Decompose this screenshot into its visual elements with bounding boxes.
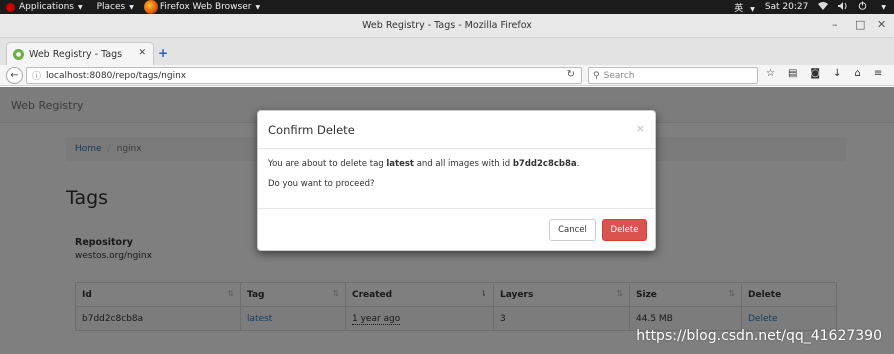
- tab-web-registry[interactable]: ● Web Registry - Tags ✕: [6, 42, 154, 65]
- redhat-icon: [6, 2, 15, 12]
- navigation-bar: ← ⓘ localhost:8080/repo/tags/nginx ↻ ⚲ S…: [0, 65, 894, 86]
- reload-icon[interactable]: ↻: [567, 69, 575, 80]
- delete-button[interactable]: Delete: [602, 219, 647, 241]
- cancel-button[interactable]: Cancel: [549, 219, 596, 241]
- dialog-header: Confirm Delete ×: [258, 111, 655, 149]
- applications-label: Applications: [19, 2, 74, 12]
- bookmark-star-icon[interactable]: ☆: [766, 68, 775, 79]
- close-icon[interactable]: ×: [636, 122, 645, 135]
- dialog-body: You are about to delete tag latest and a…: [258, 149, 655, 209]
- applications-menu[interactable]: Applications ▼: [6, 2, 83, 12]
- power-icon[interactable]: [858, 1, 867, 13]
- dialog-message: You are about to delete tag latest and a…: [268, 159, 580, 169]
- close-tab-icon[interactable]: ✕: [138, 48, 146, 58]
- window-title: Web Registry - Tags - Mozilla Firefox: [362, 20, 532, 31]
- watermark-text: https://blog.csdn.net/qq_41627390: [636, 328, 882, 344]
- confirm-delete-dialog: Confirm Delete × You are about to delete…: [257, 110, 656, 251]
- search-input[interactable]: ⚲ Search: [588, 67, 758, 84]
- favicon-icon: ●: [13, 48, 24, 60]
- url-bar[interactable]: ⓘ localhost:8080/repo/tags/nginx ↻: [26, 67, 582, 84]
- info-icon[interactable]: ⓘ: [32, 69, 41, 82]
- arrow-left-icon: ←: [10, 70, 19, 81]
- window-title-bar: Web Registry - Tags - Mozilla Firefox – …: [0, 14, 894, 38]
- firefox-app-menu[interactable]: Firefox Web Browser ▼: [143, 0, 261, 14]
- places-menu[interactable]: Places ▼: [97, 2, 134, 12]
- wifi-icon[interactable]: [818, 1, 829, 13]
- tab-label: Web Registry - Tags: [29, 48, 123, 60]
- back-button[interactable]: ←: [6, 67, 23, 84]
- places-label: Places: [96, 2, 126, 12]
- input-method-indicator[interactable]: 英 ▼: [734, 1, 755, 14]
- chevron-down-icon[interactable]: ▼: [881, 4, 886, 11]
- dialog-title: Confirm Delete: [268, 123, 355, 137]
- library-icon[interactable]: ▤: [788, 68, 797, 79]
- minimize-icon[interactable]: –: [832, 18, 838, 31]
- dialog-tag: latest: [386, 159, 414, 169]
- search-icon: ⚲: [593, 70, 600, 81]
- download-icon[interactable]: ↓: [833, 68, 841, 79]
- dialog-question: Do you want to proceed?: [268, 179, 375, 190]
- volume-icon[interactable]: [838, 1, 848, 13]
- clock[interactable]: Sat 20:27: [765, 2, 809, 12]
- menu-icon[interactable]: ≡: [874, 68, 882, 79]
- system-top-bar: Applications ▼ Places ▼ Firefox Web Brow…: [0, 0, 894, 14]
- firefox-icon: [143, 0, 158, 14]
- close-window-icon[interactable]: ✕: [877, 18, 886, 31]
- search-placeholder: Search: [603, 70, 635, 81]
- home-icon[interactable]: ⌂: [855, 68, 861, 79]
- chevron-down-icon: ▼: [750, 5, 755, 13]
- chevron-down-icon: ▼: [255, 3, 261, 11]
- tab-strip: ● Web Registry - Tags ✕ +: [0, 38, 894, 65]
- dialog-image-id: b7dd2c8cb8a: [512, 159, 577, 169]
- chevron-down-icon: ▼: [77, 3, 83, 11]
- url-text: localhost:8080/repo/tags/nginx: [46, 70, 187, 81]
- browser-label: Firefox Web Browser: [159, 2, 252, 12]
- pocket-icon[interactable]: ◙: [810, 68, 820, 79]
- chevron-down-icon: ▼: [129, 3, 134, 11]
- dialog-footer: Cancel Delete: [258, 209, 655, 251]
- maximize-icon[interactable]: □: [855, 18, 865, 31]
- new-tab-icon[interactable]: +: [158, 46, 168, 60]
